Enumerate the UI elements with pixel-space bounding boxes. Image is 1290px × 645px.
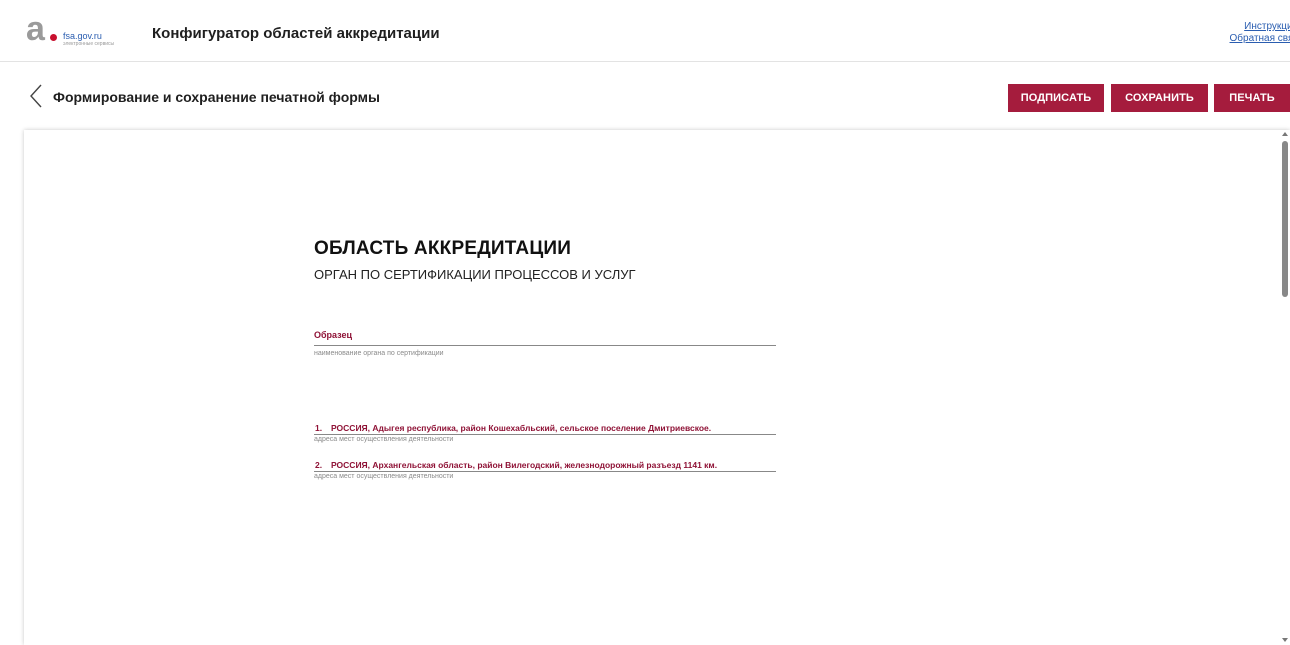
address-text: РОССИЯ, Архангельская область, район Вил… [331,460,718,470]
page-title: Формирование и сохранение печатной формы [53,89,380,105]
save-button[interactable]: СОХРАНИТЬ [1111,84,1208,112]
app-title: Конфигуратор областей аккредитации [152,25,440,42]
logo-a-glyph-icon: a [26,10,45,48]
sign-button[interactable]: ПОДПИСАТЬ [1008,84,1104,112]
scroll-thumb[interactable] [1282,141,1288,297]
address-line: 2. РОССИЯ, Архангельская область, район … [314,461,776,472]
document-preview[interactable]: ОБЛАСТЬ АККРЕДИТАЦИИ ОРГАН ПО СЕРТИФИКАЦ… [24,130,1290,645]
address-text: РОССИЯ, Адыгея республика, район Кошехаб… [331,423,712,433]
address-number: 1. [315,423,323,433]
print-button[interactable]: ПЕЧАТЬ [1214,84,1290,112]
address-caption: адреса мест осуществления деятельности [314,473,454,480]
fsa-logo[interactable]: a fsa.gov.ru электронные сервисы [26,10,136,48]
logo-dot-icon [50,34,57,41]
address-line: 1. РОССИЯ, Адыгея республика, район Коше… [314,424,776,435]
scroll-down-arrow-icon[interactable] [1282,638,1288,642]
logo-subtitle: электронные сервисы [63,41,115,47]
top-links: Инструкция Обратная связ [1230,21,1290,45]
address-caption: адреса мест осуществления деятельности [314,436,454,443]
address-item: 2. РОССИЯ, Архангельская область, район … [314,461,776,481]
chevron-left-icon [30,84,42,108]
org-name-value: Образец [314,330,776,346]
feedback-link[interactable]: Обратная связ [1230,33,1290,45]
scroll-up-arrow-icon[interactable] [1282,132,1288,136]
address-item: 1. РОССИЯ, Адыгея республика, район Коше… [314,424,776,444]
document-subheading: ОРГАН ПО СЕРТИФИКАЦИИ ПРОЦЕССОВ И УСЛУГ [314,267,636,282]
document-page: ОБЛАСТЬ АККРЕДИТАЦИИ ОРГАН ПО СЕРТИФИКАЦ… [314,238,789,480]
back-button[interactable] [29,84,45,108]
logo-site-text: fsa.gov.ru [63,31,102,41]
document-heading: ОБЛАСТЬ АККРЕДИТАЦИИ [314,238,572,259]
top-bar: a fsa.gov.ru электронные сервисы Конфигу… [0,0,1290,62]
vertical-scrollbar[interactable] [1280,130,1290,645]
instruction-link[interactable]: Инструкция [1230,21,1290,33]
org-name-caption: наименование органа по сертификации [314,350,444,357]
address-number: 2. [315,460,323,470]
page-toolbar: Формирование и сохранение печатной формы… [0,62,1290,128]
